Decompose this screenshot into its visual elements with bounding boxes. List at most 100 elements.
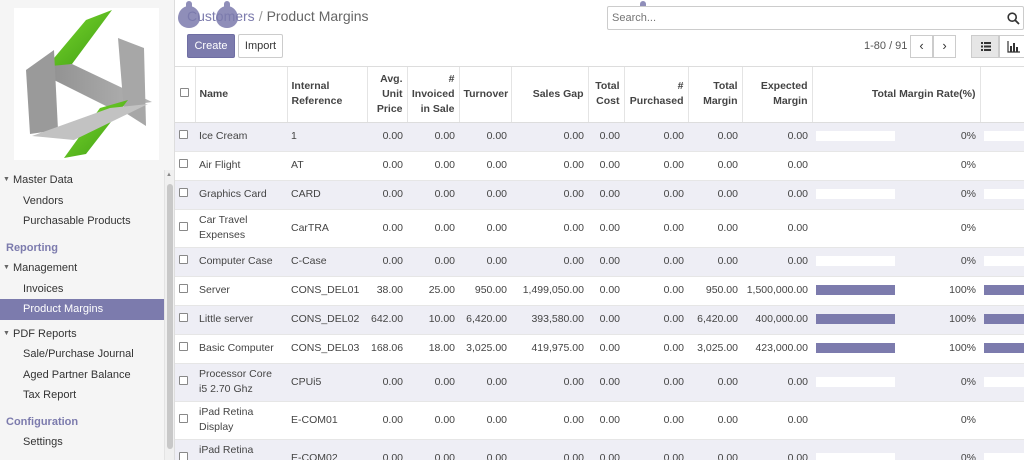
cell-sales-gap: 0.00 <box>511 439 588 460</box>
row-checkbox[interactable] <box>179 413 188 423</box>
row-checkbox[interactable] <box>179 375 188 385</box>
scroll-up-icon[interactable]: ▲ <box>166 172 172 178</box>
cell-turnover: 0.00 <box>459 439 511 460</box>
select-all-checkbox[interactable] <box>180 87 190 97</box>
graph-view-button[interactable] <box>999 35 1024 58</box>
row-select-cell <box>175 209 195 248</box>
table-body: Ice Cream 1 0.00 0.00 0.00 0.00 0.00 0.00 0.00 0.… <box>175 122 1024 460</box>
table-row[interactable]: Basic Computer CONS_DEL03 168.06 18.00 3,025… <box>175 334 1024 364</box>
column-header-total-cost[interactable]: Total Cost <box>587 67 624 123</box>
table-row[interactable]: Graphics Card CARD 0.00 0.00 0.00 0.00 0.00 0.0… <box>175 180 1024 210</box>
tour-marker-icon[interactable] <box>178 1 200 28</box>
sidebar-item-master-data[interactable]: ▼ Master Data <box>0 170 164 191</box>
import-button[interactable]: Import <box>238 34 283 58</box>
sidebar-item-aged-partner-balance[interactable]: Aged Partner Balance <box>0 365 164 386</box>
column-header-purchased[interactable]: # Purchased <box>623 67 688 123</box>
cell-total-margin-rate: 0% <box>812 363 980 402</box>
cell-total-cost: 0.00 <box>588 122 624 152</box>
list-view-button[interactable] <box>971 35 999 58</box>
cell-extra <box>980 334 1024 364</box>
row-checkbox[interactable] <box>179 221 188 231</box>
sidebar-scrollbar[interactable]: ▲ <box>164 170 174 460</box>
margin-rate-bar-fill <box>816 314 895 324</box>
pager-value[interactable]: 1-80 / 91 <box>864 40 907 52</box>
column-header-internal-reference[interactable]: Internal Reference <box>286 67 367 123</box>
sidebar-item-sale-purchase-journal[interactable]: Sale/Purchase Journal <box>0 344 164 365</box>
company-logo <box>14 8 159 160</box>
margin-rate-bar-secondary <box>984 343 1024 354</box>
margin-rate-bar-secondary <box>984 131 1024 142</box>
column-header-expected-margin[interactable]: Expected Margin <box>741 67 812 123</box>
cell-turnover: 6,420.00 <box>459 305 511 335</box>
cell-avg-unit-price: 0.00 <box>367 401 407 440</box>
table-row[interactable]: Ice Cream 1 0.00 0.00 0.00 0.00 0.00 0.00 0.00 0.… <box>175 122 1024 152</box>
table-row[interactable]: Server CONS_DEL01 38.00 25.00 950.00 1,499,05… <box>175 276 1024 306</box>
cell-avg-unit-price: 0.00 <box>367 180 407 210</box>
sidebar-item-label: Master Data <box>13 174 73 186</box>
column-header-invoiced-in-sale[interactable]: # Invoiced in Sale <box>406 67 459 123</box>
create-button[interactable]: Create <box>187 34 235 58</box>
sidebar-item-management[interactable]: ▼ Management <box>0 258 164 279</box>
row-checkbox[interactable] <box>179 451 188 460</box>
column-header-turnover[interactable]: Turnover <box>458 67 511 123</box>
cell-sales-gap: 0.00 <box>511 401 588 440</box>
row-checkbox[interactable] <box>179 188 188 197</box>
pager-next-button[interactable]: › <box>933 35 956 58</box>
table-row[interactable]: Processor Core i5 2.70 Ghz CPUi5 0.00 0.00 0… <box>175 363 1024 402</box>
sidebar-item-purchasable-products[interactable]: Purchasable Products <box>0 211 164 232</box>
sidebar-item-product-margins[interactable]: Product Margins <box>0 299 164 320</box>
breadcrumb-separator: / <box>258 8 263 24</box>
column-header-total-margin-rate[interactable]: Total Margin Rate(%) <box>811 67 980 123</box>
column-header-total-margin[interactable]: Total Margin <box>687 67 742 123</box>
margin-rate-bar <box>816 414 895 425</box>
collapse-caret-icon: ▼ <box>3 264 10 271</box>
app: ▼ Master Data Vendors Purchasable Product… <box>0 0 1024 460</box>
graph-view-icon <box>1007 41 1020 53</box>
cell-total-cost: 0.00 <box>588 209 624 248</box>
sidebar-item-invoices[interactable]: Invoices <box>0 279 164 300</box>
column-header-name[interactable]: Name <box>194 67 287 123</box>
table-row[interactable]: iPad Retina Display E-COM01 0.00 0.00 0.00 0.… <box>175 401 1024 440</box>
column-header-sales-gap[interactable]: Sales Gap <box>510 67 588 123</box>
row-checkbox[interactable] <box>179 284 188 293</box>
row-checkbox[interactable] <box>179 313 188 322</box>
cell-turnover: 0.00 <box>459 247 511 277</box>
cell-total-margin-rate: 100% <box>812 334 980 364</box>
sidebar-menu: ▼ Master Data Vendors Purchasable Product… <box>0 170 164 453</box>
sidebar-item-pdf-reports[interactable]: ▼ PDF Reports <box>0 324 164 345</box>
table-row[interactable]: Computer Case C-Case 0.00 0.00 0.00 0.00 0.00 0… <box>175 247 1024 277</box>
margin-rate-bar <box>816 314 895 324</box>
tour-marker-icon[interactable] <box>216 1 238 28</box>
cell-invoiced-in-sale: 0.00 <box>407 439 459 460</box>
cell-name: Little server <box>195 305 287 335</box>
table-row[interactable]: iPad Retina DisplayE-COM020.000.000.000.… <box>175 439 1024 460</box>
cell-turnover: 0.00 <box>459 151 511 181</box>
sidebar-item-settings[interactable]: Settings <box>0 432 164 453</box>
row-checkbox[interactable] <box>179 130 188 139</box>
column-header-avg-unit-price[interactable]: Avg. Unit Price <box>366 67 407 123</box>
search-input[interactable] <box>608 7 988 29</box>
cell-total-margin-rate: 0% <box>812 122 980 152</box>
pager-previous-button[interactable]: ‹ <box>910 35 933 58</box>
row-checkbox[interactable] <box>179 159 188 168</box>
sidebar-item-label: Settings <box>23 436 63 448</box>
row-checkbox[interactable] <box>179 342 188 351</box>
sidebar-item-label: Purchasable Products <box>23 215 131 227</box>
table-row[interactable]: Air Flight AT 0.00 0.00 0.00 0.00 0.00 0.00 0.00… <box>175 151 1024 181</box>
magnifier-icon[interactable] <box>1007 12 1020 25</box>
row-checkbox[interactable] <box>179 255 188 264</box>
margin-rate-bar-secondary <box>984 160 1024 171</box>
sidebar-item-vendors[interactable]: Vendors <box>0 191 164 212</box>
table-row[interactable]: Car Travel Expenses CarTRA 0.00 0.00 0.00 0.0… <box>175 209 1024 248</box>
sidebar-item-tax-report[interactable]: Tax Report <box>0 385 164 406</box>
cell-turnover: 3,025.00 <box>459 334 511 364</box>
sidebar-section-configuration: Configuration <box>0 412 164 433</box>
cell-expected-margin: 0.00 <box>742 247 812 277</box>
row-select-cell <box>175 363 195 402</box>
cell-extra <box>980 439 1024 460</box>
scrollbar-thumb[interactable] <box>167 184 173 449</box>
cell-total-margin: 950.00 <box>688 276 742 306</box>
table-row[interactable]: Little server CONS_DEL02 642.00 10.00 6,420.… <box>175 305 1024 335</box>
cell-extra <box>980 247 1024 277</box>
search-box <box>607 6 1024 30</box>
